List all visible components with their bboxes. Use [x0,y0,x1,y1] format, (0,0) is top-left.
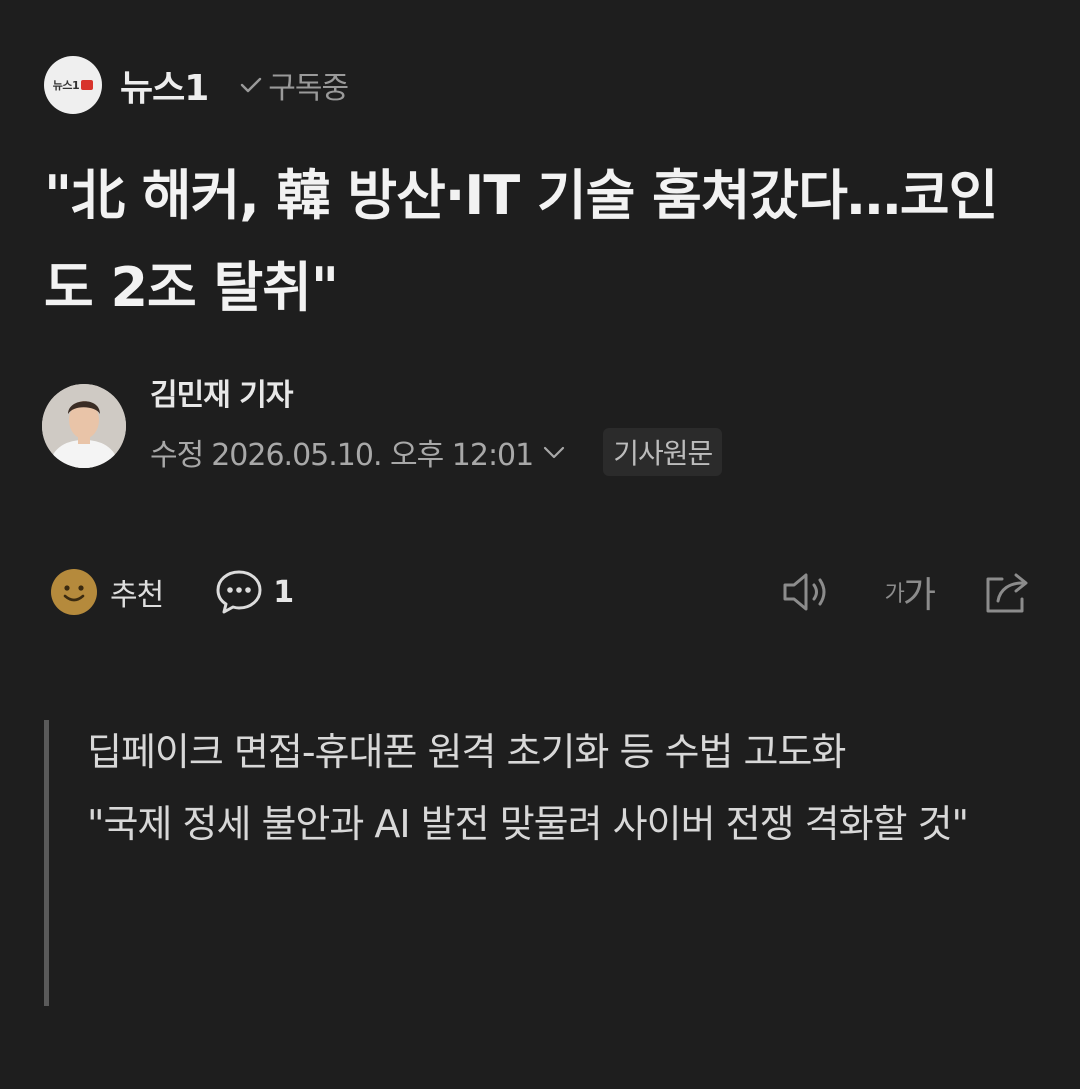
comment-count: 1 [273,574,295,610]
recommend-button[interactable]: 추천 [50,568,164,616]
publisher-logo-text: 뉴스1 [52,79,80,92]
publisher-logo[interactable]: 뉴스1 [44,56,102,114]
font-size-small-label: 가 [884,582,905,607]
chevron-down-icon[interactable] [541,439,567,465]
reporter-name[interactable]: 김민재 기자 [150,370,722,414]
font-size-large-label: 가 [902,575,936,616]
subscribe-button[interactable]: 구독중 [238,63,349,107]
article-title: "北 해커, 韓 방산·IT 기술 훔쳐갔다…코인도 2조 탈취" [44,164,998,319]
publisher-logo-mark [81,80,94,90]
speaker-icon [783,573,826,611]
share-button[interactable] [982,567,1034,617]
check-icon [241,77,262,93]
share-icon [986,573,1028,613]
publisher-name[interactable]: 뉴스1 [120,59,209,111]
publisher-header: 뉴스1 뉴스1 구독중 [44,56,349,114]
comment-bubble-icon [216,570,262,614]
smile-icon [51,569,97,615]
modified-label: 수정 [150,438,204,473]
avatar-image [42,384,126,468]
action-bar: 추천 1 가 가 [50,564,1034,620]
timestamp: 2026.05.10. 오후 12:01 [211,438,534,473]
summary-line: 딥페이크 면접-휴대폰 원격 초기화 등 수법 고도화 [87,730,846,774]
font-size-button[interactable]: 가 가 [884,566,936,618]
original-article-link[interactable]: 기사원문 [603,428,723,476]
reporter-avatar[interactable] [42,384,126,468]
comment-button[interactable]: 1 [215,568,294,616]
recommend-label: 추천 [110,578,164,613]
subscribe-label: 구독중 [268,71,349,106]
summary-line: "국제 정세 불안과 AI 발전 맞물려 사이버 전쟁 격화할 것" [87,802,969,846]
article-summary: 딥페이크 면접-휴대폰 원격 초기화 등 수법 고도화 "국제 정세 불안과 A… [44,720,1077,1006]
audio-button[interactable] [781,568,833,616]
byline: 김민재 기자 수정 2026.05.10. 오후 12:01 기사원문 [42,376,723,476]
timestamp-row: 수정 2026.05.10. 오후 12:01 기사원문 [150,428,723,476]
